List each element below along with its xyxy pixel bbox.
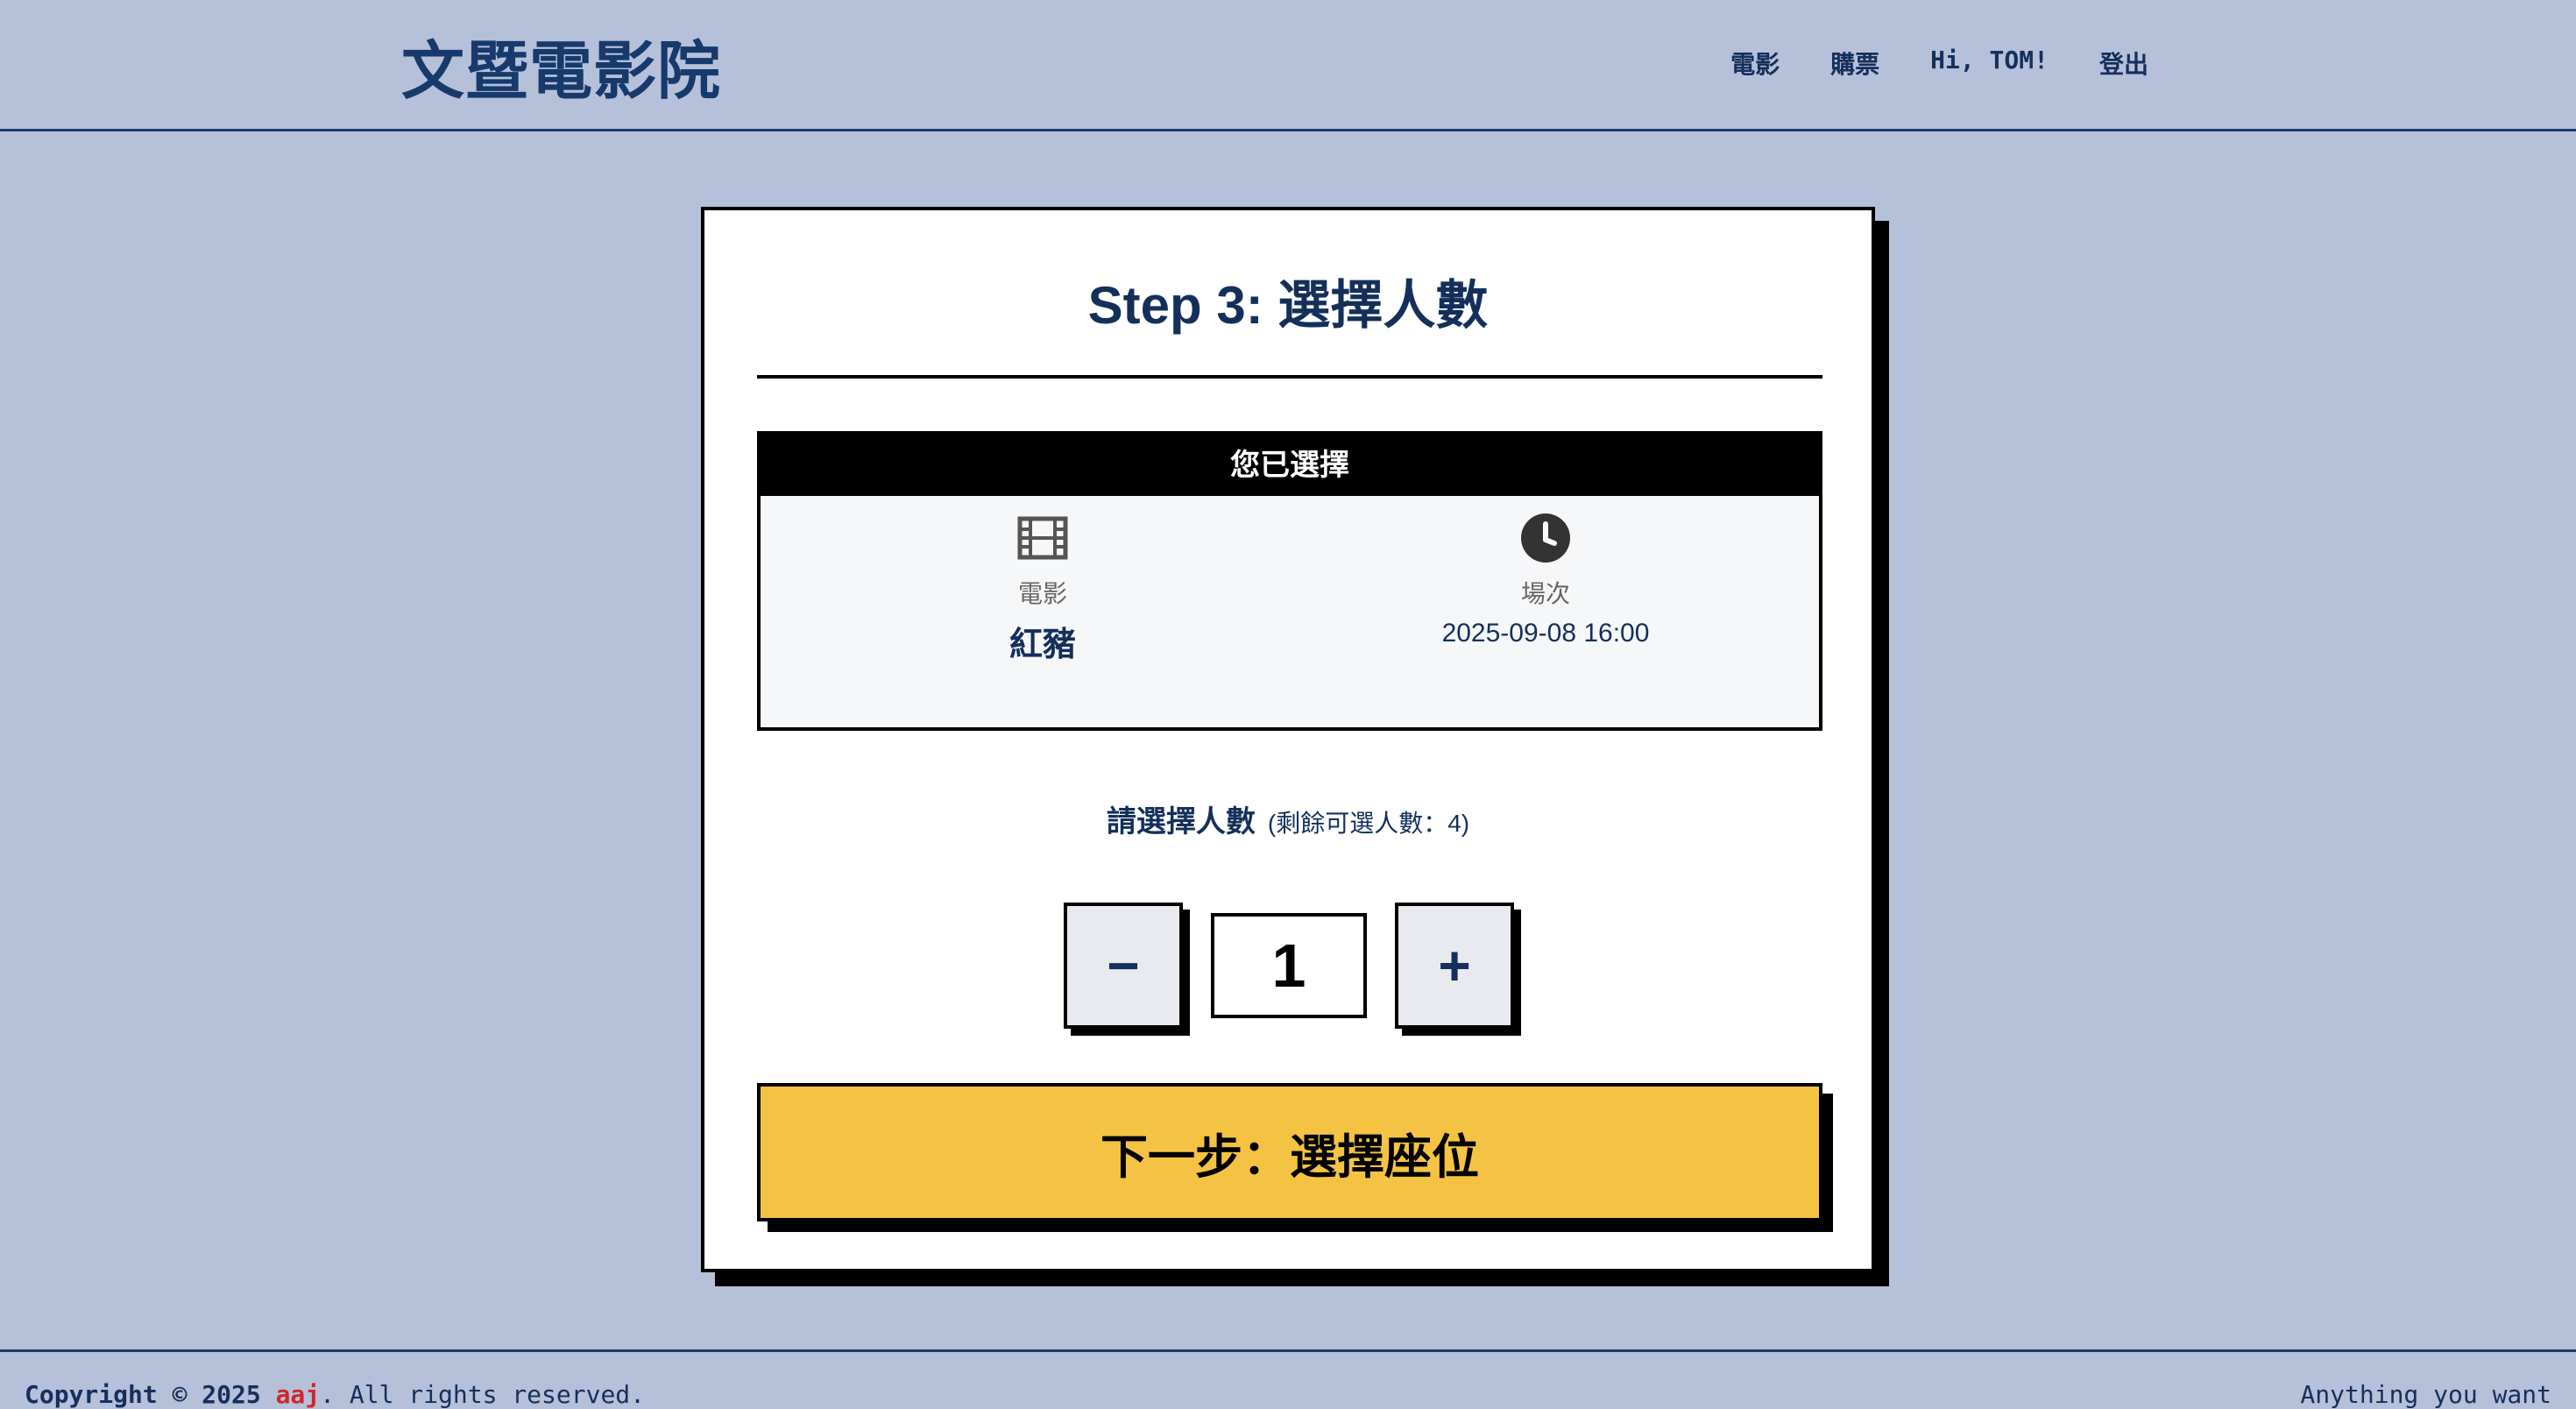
footer-tagline: Anything you want xyxy=(2300,1380,2551,1409)
summary-heading: 您已選擇 xyxy=(761,435,1819,496)
increase-button[interactable]: + xyxy=(1395,903,1514,1029)
booking-card: Step 3: 選擇人數 您已選擇 電影 紅豬 場次 2025-09-08 16… xyxy=(701,207,1875,1272)
decrease-button[interactable]: − xyxy=(1064,903,1183,1029)
nav-tickets[interactable]: 購票 xyxy=(1830,46,1879,81)
copyright-prefix: Copyright © 2025 xyxy=(25,1380,261,1409)
nav-user-greeting[interactable]: Hi, TOM! xyxy=(1930,46,2049,81)
clock-icon xyxy=(1521,513,1570,563)
showtime-value: 2025-09-08 16:00 xyxy=(1441,619,1650,648)
next-select-seats-button[interactable]: 下一步：選擇座位 xyxy=(757,1083,1822,1221)
summary-movie: 電影 紅豬 xyxy=(867,512,1218,665)
copyright-suffix: . All rights reserved. xyxy=(320,1380,646,1409)
site-logo[interactable]: 文暨電影院 xyxy=(401,19,721,111)
summary-showtime: 場次 2025-09-08 16:00 xyxy=(1370,512,1721,648)
ticket-count-prompt: 請選擇人數 (剩餘可選人數：4) xyxy=(704,797,1872,840)
nav-logout[interactable]: 登出 xyxy=(2099,46,2148,81)
nav-movies[interactable]: 電影 xyxy=(1730,46,1780,81)
showtime-label: 場次 xyxy=(1520,580,1570,607)
selection-summary: 您已選擇 電影 紅豬 場次 2025-09-08 16:00 xyxy=(757,431,1822,731)
brand-link[interactable]: aaj xyxy=(276,1380,321,1409)
site-footer: Copyright © 2025 aaj. All rights reserve… xyxy=(0,1349,2576,1409)
site-header: 文暨電影院 電影 購票 Hi, TOM! 登出 xyxy=(0,0,2576,131)
title-divider xyxy=(757,375,1822,379)
film-icon xyxy=(1017,516,1068,560)
copyright: Copyright © 2025 aaj. All rights reserve… xyxy=(25,1380,645,1409)
remaining-count: (剩餘可選人數：4) xyxy=(1267,810,1470,837)
ticket-count-label: 請選擇人數 xyxy=(1106,805,1256,839)
page-title: Step 3: 選擇人數 xyxy=(1087,276,1489,335)
movie-value: 紅豬 xyxy=(1008,627,1076,663)
main-nav: 電影 購票 Hi, TOM! 登出 xyxy=(1730,46,2148,81)
movie-label: 電影 xyxy=(1017,580,1067,607)
quantity-field[interactable]: 1 xyxy=(1211,913,1367,1018)
